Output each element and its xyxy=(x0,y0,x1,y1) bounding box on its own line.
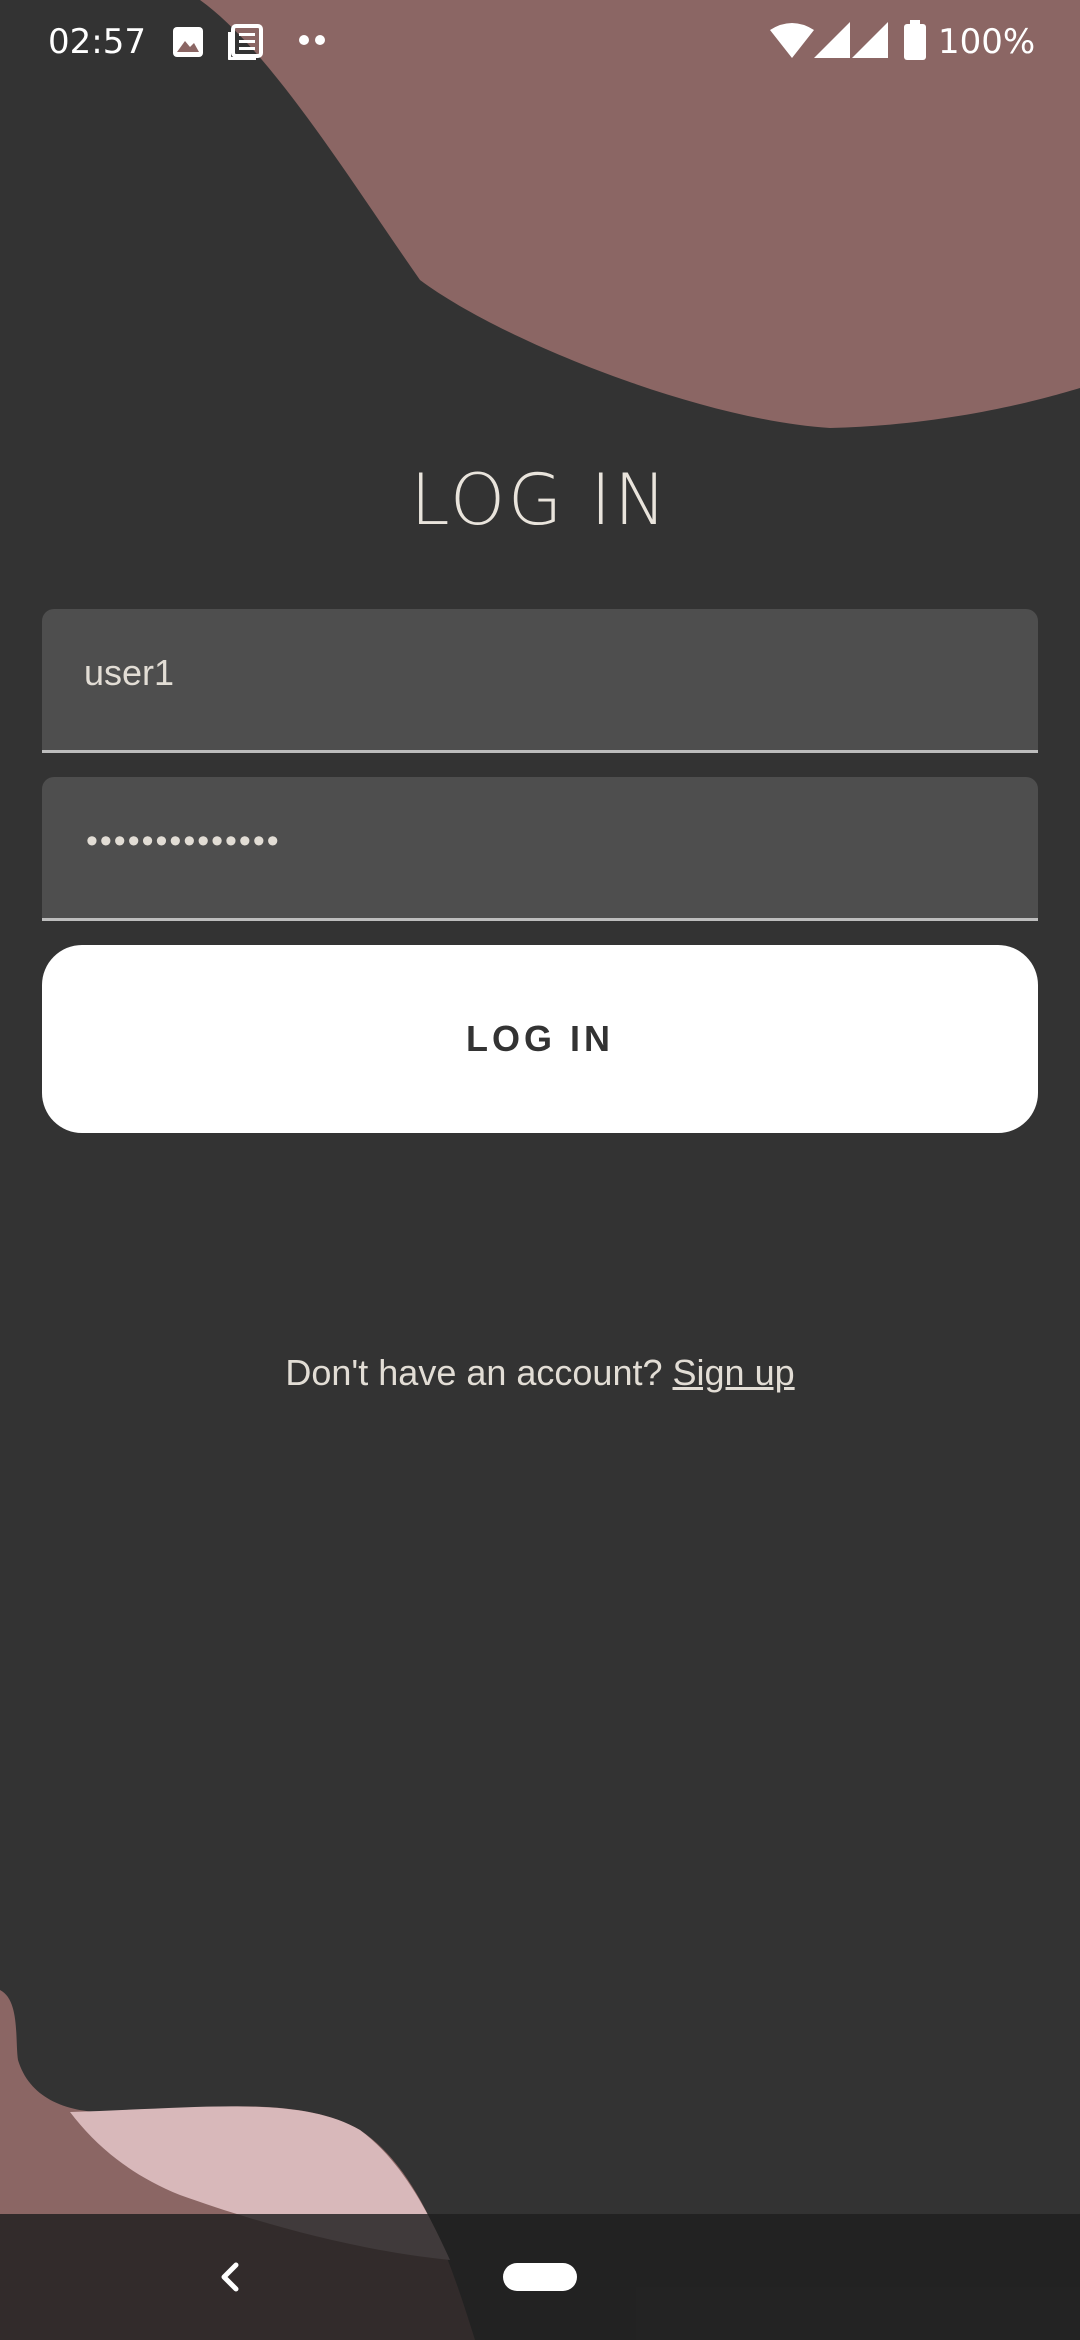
home-pill-icon[interactable] xyxy=(503,2263,577,2291)
navigation-bar xyxy=(0,2214,1080,2340)
back-button[interactable] xyxy=(190,2237,270,2317)
wifi-icon xyxy=(770,23,814,58)
status-bar: 02:57 100% xyxy=(0,0,1080,84)
more-dots-icon xyxy=(299,35,325,45)
login-button-label: LOG IN xyxy=(466,1018,614,1059)
image-icon xyxy=(173,27,203,57)
battery-icon xyxy=(904,20,926,60)
page-title: LOG IN xyxy=(410,459,670,541)
username-value: user1 xyxy=(84,652,175,693)
background-decoration xyxy=(0,0,1080,2340)
status-time: 02:57 xyxy=(48,22,146,62)
password-masked-value: •••••••••••••• xyxy=(86,822,281,860)
login-button[interactable]: LOG IN xyxy=(42,945,1038,1133)
back-icon xyxy=(221,2262,239,2292)
signup-link[interactable]: Sign up xyxy=(673,1352,795,1393)
password-field[interactable]: •••••••••••••• xyxy=(42,777,1038,921)
battery-percent: 100% xyxy=(938,22,1036,62)
signal-icon xyxy=(852,22,888,58)
signal-icon xyxy=(814,22,850,58)
news-icon xyxy=(228,24,263,60)
signup-row: Don't have an account? Sign up xyxy=(0,1345,1080,1401)
signup-prompt: Don't have an account? xyxy=(285,1352,663,1393)
username-field[interactable]: user1 xyxy=(42,609,1038,753)
